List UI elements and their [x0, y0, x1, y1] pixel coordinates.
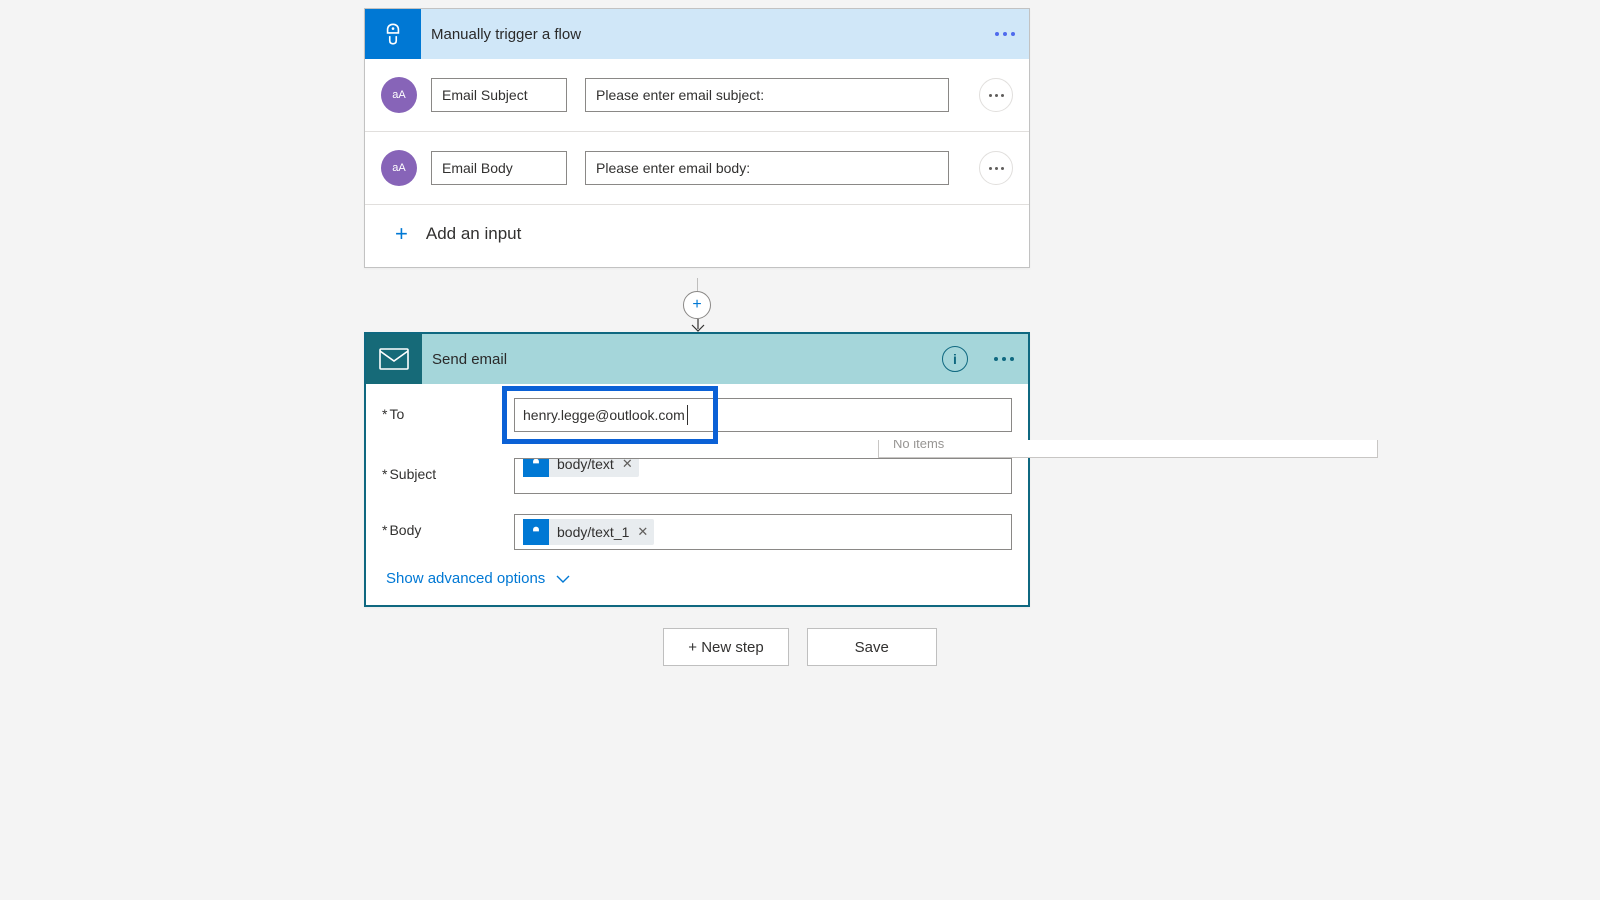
- trigger-card: Manually trigger a flow aA Email Subject…: [364, 8, 1030, 268]
- trigger-input-row: aA Email Subject Please enter email subj…: [365, 59, 1029, 132]
- token-remove[interactable]: ✕: [637, 524, 648, 540]
- add-input-label: Add an input: [426, 224, 521, 244]
- token-remove[interactable]: ✕: [622, 458, 633, 472]
- chevron-down-icon: [555, 574, 571, 584]
- trigger-header[interactable]: Manually trigger a flow: [365, 9, 1029, 59]
- trigger-title: Manually trigger a flow: [431, 26, 581, 43]
- input-row-menu[interactable]: [979, 78, 1013, 112]
- dynamic-content-token[interactable]: body/text ✕: [523, 458, 639, 477]
- body-input[interactable]: body/text_1 ✕: [514, 514, 1012, 550]
- text-type-badge: aA: [381, 77, 417, 113]
- body-label: *Body: [382, 514, 514, 538]
- text-caret: [687, 405, 688, 425]
- trigger-token-icon: [523, 519, 549, 545]
- add-input-button[interactable]: + Add an input: [365, 205, 1029, 267]
- input-prompt-field[interactable]: Please enter email body:: [585, 151, 949, 185]
- mail-icon: [366, 334, 422, 384]
- to-value: henry.legge@outlook.com: [523, 407, 685, 423]
- token-label: body/text_1: [557, 524, 629, 540]
- text-type-badge: aA: [381, 150, 417, 186]
- arrow-down-icon: [690, 319, 706, 333]
- to-input[interactable]: henry.legge@outlook.com: [514, 398, 1012, 432]
- to-field-row: *To henry.legge@outlook.com: [366, 384, 1028, 442]
- input-row-menu[interactable]: [979, 151, 1013, 185]
- input-name-field[interactable]: Email Subject: [431, 78, 567, 112]
- input-prompt-field[interactable]: Please enter email subject:: [585, 78, 949, 112]
- trigger-icon: [365, 9, 421, 59]
- trigger-input-row: aA Email Body Please enter email body:: [365, 132, 1029, 205]
- insert-step-button[interactable]: +: [683, 291, 711, 319]
- to-label: *To: [382, 398, 514, 422]
- action-header[interactable]: Send email i: [366, 334, 1028, 384]
- action-title: Send email: [432, 351, 507, 368]
- save-button[interactable]: Save: [807, 628, 937, 666]
- action-card: Send email i *To henry.legge@outlook.com…: [364, 332, 1030, 607]
- bottom-buttons: + New step Save: [0, 628, 1600, 666]
- trigger-more-menu[interactable]: [995, 9, 1015, 59]
- info-icon[interactable]: i: [942, 346, 968, 372]
- action-more-menu[interactable]: [994, 334, 1014, 384]
- plus-icon: +: [395, 221, 408, 247]
- connector-line: [697, 278, 698, 292]
- token-label: body/text: [557, 458, 614, 472]
- trigger-token-icon: [523, 458, 549, 477]
- show-advanced-options[interactable]: Show advanced options: [366, 560, 1028, 605]
- autocomplete-noitems: No items: [878, 440, 1378, 458]
- body-field-row: *Body body/text_1 ✕: [366, 504, 1028, 560]
- input-name-field[interactable]: Email Body: [431, 151, 567, 185]
- new-step-button[interactable]: + New step: [663, 628, 788, 666]
- subject-input[interactable]: body/text ✕: [514, 458, 1012, 494]
- dynamic-content-token[interactable]: body/text_1 ✕: [523, 519, 654, 545]
- subject-label: *Subject: [382, 458, 514, 482]
